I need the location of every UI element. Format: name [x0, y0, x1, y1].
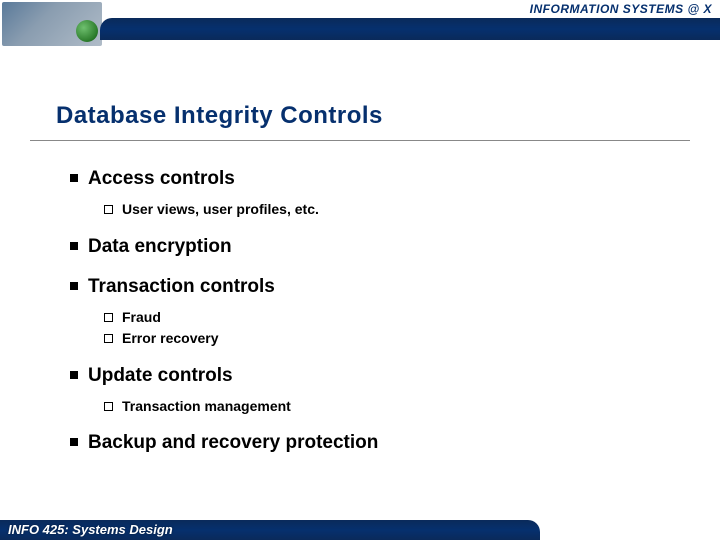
- subbullet-fraud: Fraud: [104, 309, 680, 326]
- bullet-transaction-controls: Transaction controls: [70, 276, 680, 299]
- bullet-access-controls: Access controls: [70, 168, 680, 191]
- subbullet-transaction-management: Transaction management: [104, 398, 680, 415]
- subbullet-user-views: User views, user profiles, etc.: [104, 201, 680, 218]
- title-underline: [30, 140, 690, 141]
- slide-header: INFORMATION SYSTEMS @ X: [0, 0, 720, 48]
- header-decorative-image: [2, 2, 102, 46]
- bullet-update-controls: Update controls: [70, 365, 680, 388]
- slide-content: Access controls User views, user profile…: [70, 160, 680, 455]
- footer-text: INFO 425: Systems Design: [8, 522, 173, 537]
- slide-footer: INFO 425: Systems Design: [0, 514, 720, 540]
- slide-title: Database Integrity Controls: [56, 102, 383, 130]
- header-tag: INFORMATION SYSTEMS @ X: [530, 2, 712, 16]
- bullet-backup-recovery: Backup and recovery protection: [70, 432, 680, 455]
- header-strip: [100, 18, 720, 40]
- subbullet-error-recovery: Error recovery: [104, 330, 680, 347]
- bullet-data-encryption: Data encryption: [70, 236, 680, 259]
